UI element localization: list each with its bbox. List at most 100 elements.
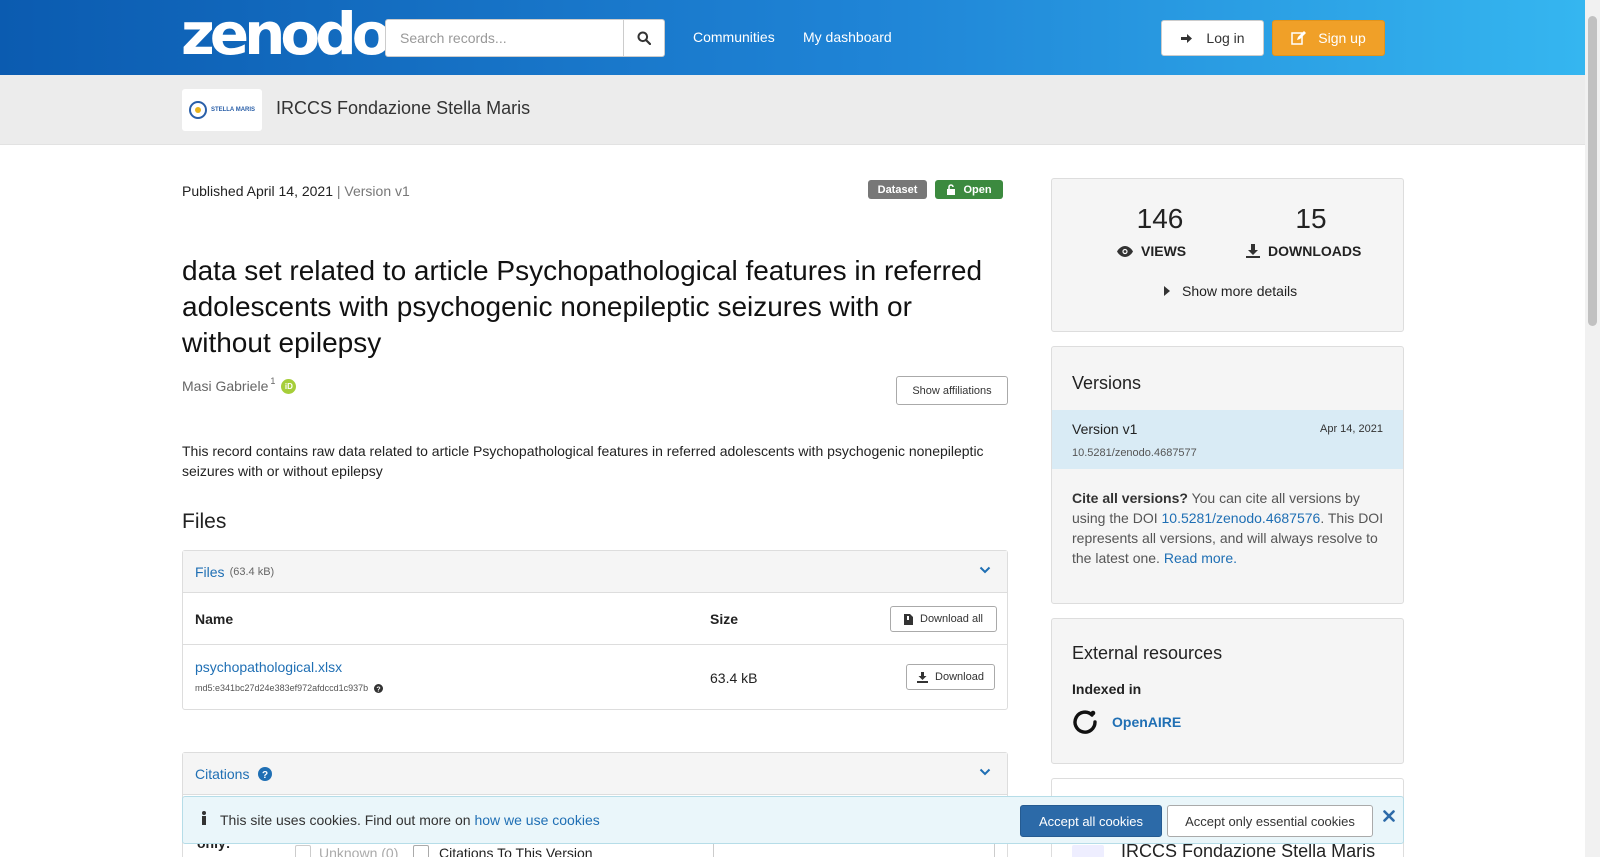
login-label: Log in <box>1206 30 1245 46</box>
citations-title[interactable]: Citations <box>195 766 249 782</box>
access-badge: Open <box>935 180 1003 199</box>
file-size: 63.4 kB <box>710 670 758 686</box>
author-name[interactable]: Masi Gabriele <box>182 378 268 394</box>
community-card-logo <box>1072 845 1104 857</box>
downloads-count: 15 <box>1295 203 1327 234</box>
svg-text:?: ? <box>377 686 381 693</box>
community-logo-text: STELLA MARIS <box>210 107 256 113</box>
downloads-label-row: DOWNLOADS <box>1246 243 1361 259</box>
file-checksum: md5:e341bc27d24e383ef972afdccd1c937b ? <box>195 683 384 693</box>
accept-essential-cookies-button[interactable]: Accept only essential cookies <box>1167 805 1373 837</box>
publication-info: Published April 14, 2021 | Version v1 <box>182 183 410 199</box>
stella-maris-emblem-icon <box>188 101 207 119</box>
download-icon <box>917 671 929 683</box>
version-item-doi: 10.5281/zenodo.4687577 <box>1072 447 1197 459</box>
show-more-label: Show more details <box>1182 283 1298 299</box>
zenodo-logo[interactable]: zenodo <box>181 4 392 64</box>
citations-panel-header[interactable]: Citations ? <box>183 753 1007 795</box>
openaire-logo-icon <box>1073 710 1097 734</box>
chevron-down-icon <box>979 768 991 776</box>
version-item-date: Apr 14, 2021 <box>1320 423 1383 435</box>
views-count: 146 <box>1136 203 1184 234</box>
help-circle-icon: ? <box>374 683 384 693</box>
concept-doi-link[interactable]: 10.5281/zenodo.4687576 <box>1162 510 1321 526</box>
edit-icon <box>1291 31 1307 45</box>
external-resources-card: External resources Indexed in OpenAIRE <box>1051 618 1404 764</box>
community-title[interactable]: IRCCS Fondazione Stella Maris <box>276 98 530 119</box>
page-scrollbar[interactable] <box>1585 0 1600 857</box>
search-bar <box>385 19 665 57</box>
published-date: Published April 14, 2021 <box>182 183 333 199</box>
version-item-label[interactable]: Version v1 <box>1072 421 1137 437</box>
record-title: data set related to article Psychopathol… <box>182 255 983 358</box>
svg-text:?: ? <box>262 770 268 781</box>
nav-my-dashboard[interactable]: My dashboard <box>803 29 892 45</box>
info-icon <box>201 811 207 828</box>
files-panel-header[interactable]: Files (63.4 kB) <box>183 551 1007 593</box>
unknown-filter-label: Unknown (0) <box>319 845 399 857</box>
chevron-down-icon <box>979 566 991 574</box>
cite-all-versions-text: Cite all versions? You can cite all vers… <box>1072 488 1387 568</box>
download-all-button[interactable]: Download all <box>890 606 997 632</box>
file-name-link[interactable]: psychopathological.xlsx <box>195 659 342 675</box>
search-input[interactable] <box>385 19 624 57</box>
files-table-header: Name Size Download all <box>183 593 1007 645</box>
show-affiliations-button[interactable]: Show affiliations <box>896 376 1008 405</box>
files-heading: Files <box>182 510 227 533</box>
version-checkbox[interactable] <box>413 845 429 857</box>
version-item[interactable]: Version v1 Apr 14, 2021 10.5281/zenodo.4… <box>1052 410 1403 469</box>
versions-heading: Versions <box>1072 373 1142 393</box>
scrollbar-thumb[interactable] <box>1588 16 1597 326</box>
unlock-icon <box>947 184 956 195</box>
creators: Masi Gabriele 1 iD <box>182 376 297 394</box>
login-button[interactable]: Log in <box>1161 20 1264 56</box>
download-label: Download <box>935 671 984 683</box>
affiliation-index: 1 <box>270 376 276 386</box>
caret-right-icon <box>1164 286 1170 296</box>
version-filter-label: Citations To This Version <box>439 845 593 857</box>
files-total-size: (63.4 kB) <box>229 565 275 578</box>
files-panel: Files (63.4 kB) Name Size Download all p… <box>182 550 1008 710</box>
record-description: This record contains raw data related to… <box>182 443 984 479</box>
signup-button[interactable]: Sign up <box>1272 20 1385 56</box>
openaire-link[interactable]: OpenAIRE <box>1112 714 1181 730</box>
download-icon <box>1246 244 1260 258</box>
dataset-badge-label: Dataset <box>877 183 918 196</box>
cookie-policy-link[interactable]: how we use cookies <box>474 812 599 828</box>
download-all-label: Download all <box>920 613 983 625</box>
eye-icon <box>1117 245 1133 257</box>
read-more-dot: . <box>1233 550 1237 566</box>
versions-card: Versions Version v1 Apr 14, 2021 10.5281… <box>1051 346 1404 604</box>
indexed-in-label: Indexed in <box>1072 681 1142 697</box>
downloads-label: DOWNLOADS <box>1268 243 1362 259</box>
stats-card: 146 VIEWS 15 DOWNLOADS Show more details <box>1051 178 1404 332</box>
show-more-details[interactable]: Show more details <box>1164 283 1297 299</box>
openaire-item[interactable]: OpenAIRE <box>1072 709 1181 735</box>
close-icon[interactable] <box>1383 810 1395 822</box>
open-badge-label: Open <box>963 183 992 196</box>
sign-in-icon <box>1181 33 1193 43</box>
files-panel-title[interactable]: Files <box>195 564 225 580</box>
col-name: Name <box>195 611 234 627</box>
views-label-row: VIEWS <box>1117 243 1186 259</box>
col-size: Size <box>710 611 739 627</box>
search-button[interactable] <box>624 19 665 57</box>
accept-all-cookies-button[interactable]: Accept all cookies <box>1020 805 1162 837</box>
cookie-message: This site uses cookies. Find out more on <box>220 812 475 828</box>
views-label: VIEWS <box>1141 243 1187 259</box>
community-logo[interactable]: STELLA MARIS <box>182 89 262 131</box>
file-archive-icon <box>904 613 913 625</box>
file-row: psychopathological.xlsx md5:e341bc27d24e… <box>183 645 1007 709</box>
version-label: Version v1 <box>344 183 410 199</box>
resource-type-badge[interactable]: Dataset <box>868 180 927 199</box>
read-more-link[interactable]: Read more <box>1164 550 1233 566</box>
community-header: STELLA MARIS IRCCS Fondazione Stella Mar… <box>0 75 1585 145</box>
nav-communities[interactable]: Communities <box>693 29 775 45</box>
download-file-button[interactable]: Download <box>906 664 995 690</box>
cite-all-bold: Cite all versions? <box>1072 490 1188 506</box>
orcid-icon[interactable]: iD <box>281 378 297 394</box>
cookie-text: This site uses cookies. Find out more on… <box>220 812 600 828</box>
question-circle-icon: ? <box>258 766 273 781</box>
unknown-checkbox[interactable] <box>295 845 311 857</box>
md5-value: md5:e341bc27d24e383ef972afdccd1c937b <box>195 683 369 693</box>
